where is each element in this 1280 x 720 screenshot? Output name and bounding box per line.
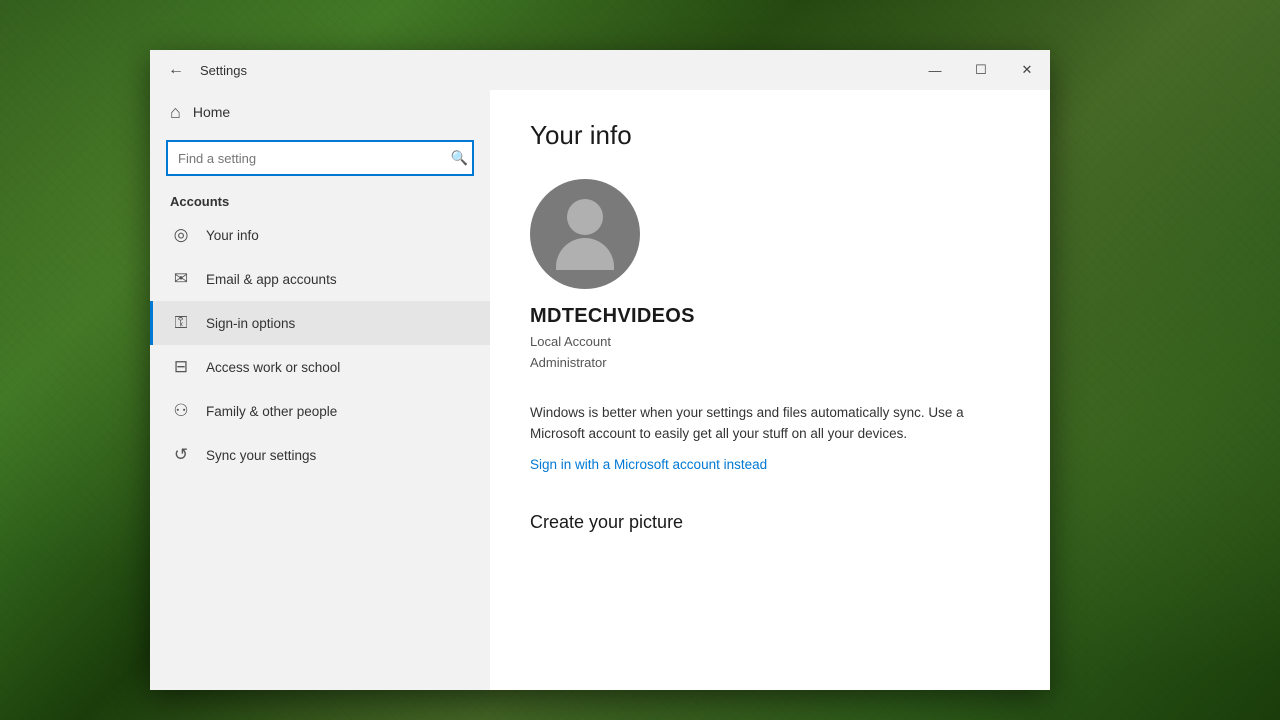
page-title: Your info bbox=[530, 120, 1010, 151]
avatar-person-icon bbox=[556, 199, 614, 270]
access-work-school-icon: ⊟ bbox=[170, 357, 192, 377]
home-icon: ⌂ bbox=[170, 102, 181, 123]
sidebar-item-label-email-app-accounts: Email & app accounts bbox=[206, 272, 337, 287]
settings-window: ← Settings — ☐ ✕ ⌂ Home 🔍 Accounts bbox=[150, 50, 1050, 690]
sidebar-item-sign-in-options[interactable]: ⚿ Sign-in options bbox=[150, 301, 490, 345]
search-input[interactable] bbox=[166, 140, 474, 176]
search-icon-button[interactable]: 🔍 bbox=[451, 150, 468, 167]
title-bar-left: ← Settings bbox=[162, 56, 247, 84]
profile-section: MDTECHVIDEOS Local Account Administrator… bbox=[530, 179, 1010, 472]
content-area: Your info MDTECHVIDEOS Local Account Adm… bbox=[490, 90, 1050, 690]
sidebar-item-label-sign-in-options: Sign-in options bbox=[206, 316, 295, 331]
sync-settings-icon: ↺ bbox=[170, 445, 192, 465]
sidebar: ⌂ Home 🔍 Accounts ◎ Your info ✉ Email & app… bbox=[150, 90, 490, 690]
search-box: 🔍 bbox=[166, 140, 474, 176]
window-body: ⌂ Home 🔍 Accounts ◎ Your info ✉ Email & app… bbox=[150, 90, 1050, 690]
sidebar-item-your-info[interactable]: ◎ Your info bbox=[150, 213, 490, 257]
avatar-head bbox=[567, 199, 603, 235]
nav-items: ◎ Your info ✉ Email & app accounts ⚿ Sign-in … bbox=[150, 213, 490, 477]
avatar bbox=[530, 179, 640, 289]
account-type-line2: Administrator bbox=[530, 355, 607, 370]
sidebar-item-label-family-other-people: Family & other people bbox=[206, 404, 337, 419]
window-controls: — ☐ ✕ bbox=[912, 50, 1050, 90]
username: MDTECHVIDEOS bbox=[530, 305, 1010, 328]
sidebar-item-access-work-school[interactable]: ⊟ Access work or school bbox=[150, 345, 490, 389]
account-type: Local Account Administrator bbox=[530, 332, 1010, 374]
minimize-button[interactable]: — bbox=[912, 50, 958, 90]
sidebar-item-family-other-people[interactable]: ⚇ Family & other people bbox=[150, 389, 490, 433]
ms-account-link[interactable]: Sign in with a Microsoft account instead bbox=[530, 457, 1010, 472]
info-text: Windows is better when your settings and… bbox=[530, 402, 980, 445]
window-title: Settings bbox=[200, 63, 247, 78]
close-button[interactable]: ✕ bbox=[1004, 50, 1050, 90]
home-label: Home bbox=[193, 104, 230, 120]
account-type-line1: Local Account bbox=[530, 334, 611, 349]
section-accounts-label: Accounts bbox=[150, 186, 490, 213]
back-button[interactable]: ← bbox=[162, 56, 190, 84]
sidebar-item-label-sync-settings: Sync your settings bbox=[206, 448, 316, 463]
avatar-body bbox=[556, 238, 614, 270]
sidebar-item-label-your-info: Your info bbox=[206, 228, 259, 243]
title-bar: ← Settings — ☐ ✕ bbox=[150, 50, 1050, 90]
sidebar-item-email-app-accounts[interactable]: ✉ Email & app accounts bbox=[150, 257, 490, 301]
sidebar-item-sync-settings[interactable]: ↺ Sync your settings bbox=[150, 433, 490, 477]
email-app-accounts-icon: ✉ bbox=[170, 269, 192, 289]
sidebar-home-item[interactable]: ⌂ Home bbox=[150, 90, 490, 134]
sign-in-options-icon: ⚿ bbox=[170, 313, 192, 333]
your-info-icon: ◎ bbox=[170, 225, 192, 245]
maximize-button[interactable]: ☐ bbox=[958, 50, 1004, 90]
family-other-people-icon: ⚇ bbox=[170, 401, 192, 421]
sidebar-item-label-access-work-school: Access work or school bbox=[206, 360, 340, 375]
create-picture-title: Create your picture bbox=[530, 512, 1010, 533]
